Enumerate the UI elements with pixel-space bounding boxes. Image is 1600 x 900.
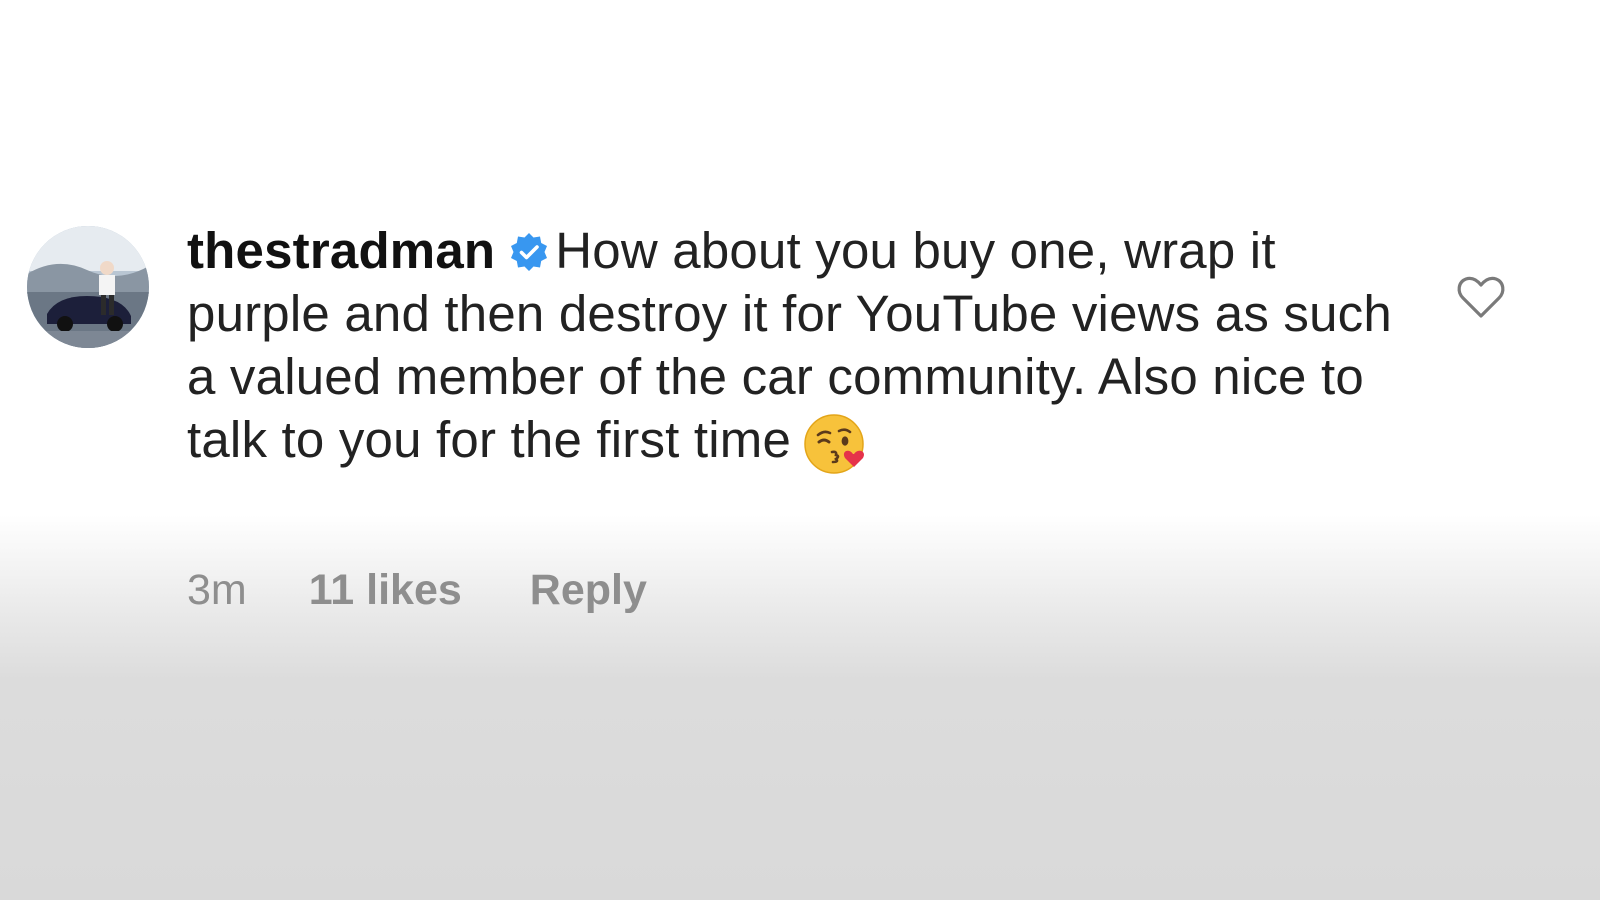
verified-badge-icon	[511, 233, 548, 271]
comment-item: thestradman How about you buy one, wrap …	[0, 0, 1600, 900]
comment-time: 3m	[187, 566, 247, 614]
kissing-face-with-heart-icon	[804, 414, 865, 474]
comment-likes-count[interactable]: 11 likes	[309, 566, 462, 615]
avatar-photo	[27, 226, 149, 348]
comment-meta: 3m 11 likes Reply	[187, 566, 647, 615]
avatar[interactable]	[27, 226, 149, 348]
heart-outline-icon[interactable]	[1456, 274, 1506, 320]
comment-body: thestradman How about you buy one, wrap …	[187, 219, 1397, 477]
reply-button[interactable]: Reply	[530, 566, 647, 615]
comment-username[interactable]: thestradman	[187, 222, 495, 279]
